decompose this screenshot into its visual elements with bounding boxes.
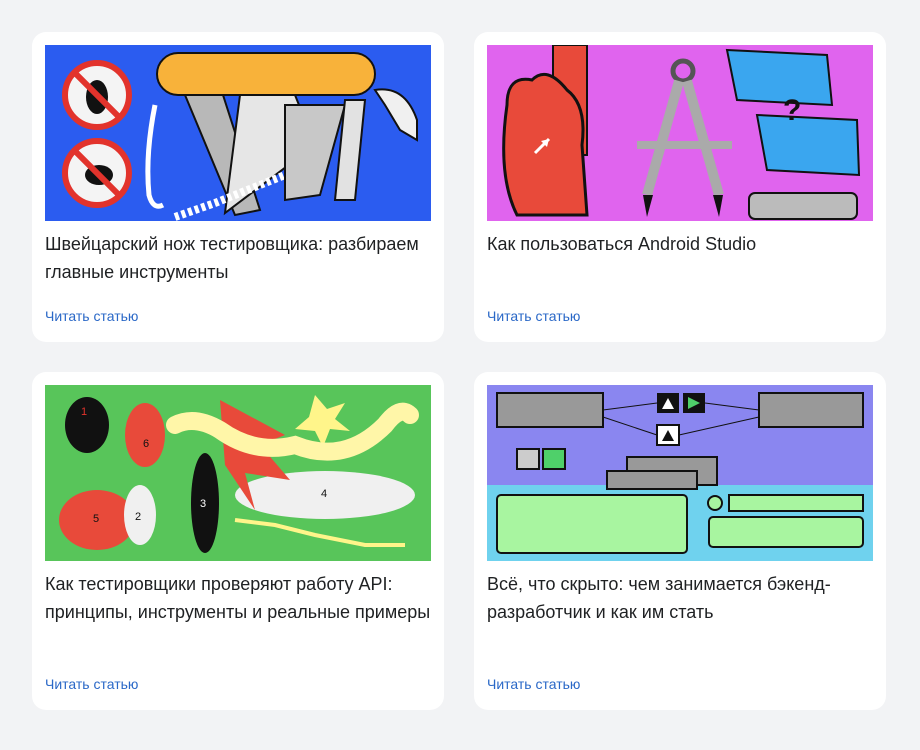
article-title[interactable]: Как пользоваться Android Studio xyxy=(487,230,873,258)
article-title[interactable]: Как тестировщики проверяют работу API: п… xyxy=(45,570,431,626)
article-image-api-testing[interactable]: 1 6 5 2 3 4 xyxy=(45,385,431,561)
api-testing-illustration: 1 6 5 2 3 4 xyxy=(45,385,431,561)
article-title[interactable]: Всё, что скрыто: чем занимается бэкенд-р… xyxy=(487,570,873,626)
article-image-android-studio[interactable]: ? xyxy=(487,45,873,221)
api-label-3: 3 xyxy=(200,498,206,510)
backend-developer-illustration xyxy=(487,385,873,561)
article-image-backend[interactable] xyxy=(487,385,873,561)
article-card-backend[interactable]: Всё, что скрыто: чем занимается бэкенд-р… xyxy=(474,372,886,710)
article-image-swiss-knife[interactable] xyxy=(45,45,431,221)
article-card-android-studio[interactable]: ? Как пользоваться Android Studio Читать… xyxy=(474,32,886,342)
read-article-link[interactable]: Читать статью xyxy=(487,308,580,324)
api-label-1: 1 xyxy=(81,406,87,418)
api-label-2: 2 xyxy=(135,511,141,523)
api-label-6: 6 xyxy=(143,438,149,450)
swiss-knife-illustration xyxy=(45,45,431,221)
article-title[interactable]: Швейцарский нож тестировщика: разбираем … xyxy=(45,230,431,286)
read-article-link[interactable]: Читать статью xyxy=(487,676,580,692)
read-article-link[interactable]: Читать статью xyxy=(45,308,138,324)
api-label-4: 4 xyxy=(321,488,327,500)
api-label-5: 5 xyxy=(93,513,99,525)
android-studio-illustration: ? xyxy=(487,45,873,221)
question-mark-label: ? xyxy=(783,94,801,127)
article-card-swiss-knife[interactable]: Швейцарский нож тестировщика: разбираем … xyxy=(32,32,444,342)
article-card-api-testing[interactable]: 1 6 5 2 3 4 Как тестировщики проверяют р… xyxy=(32,372,444,710)
read-article-link[interactable]: Читать статью xyxy=(45,676,138,692)
